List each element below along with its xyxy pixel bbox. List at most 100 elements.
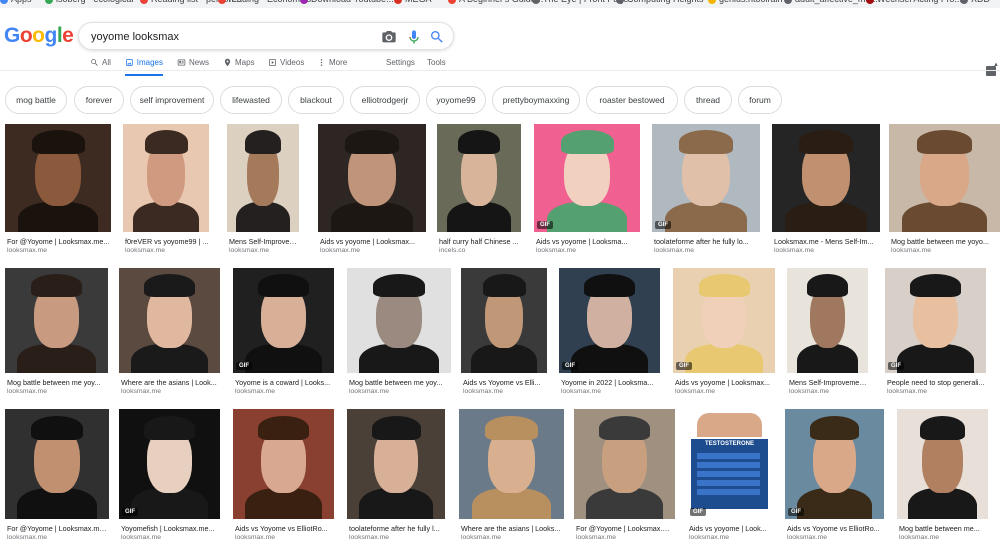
result-thumbnail[interactable]: [227, 124, 299, 232]
image-result[interactable]: GIF toolateforme after he fully lo... look…: [652, 124, 760, 260]
result-caption[interactable]: Aids vs yoyome | Looksmax...: [675, 378, 775, 387]
result-caption[interactable]: People need to stop generali...: [887, 378, 986, 387]
result-source: looksmax.me: [235, 388, 276, 395]
image-result[interactable]: TESTOSTERONE GIF Aids vs yoyome | Look... l…: [687, 409, 772, 547]
result-thumbnail[interactable]: GIF: [785, 409, 884, 519]
result-caption[interactable]: For @Yoyome | Looksmax.me...: [7, 237, 111, 246]
result-caption[interactable]: Yoyome is a coward | Looks...: [235, 378, 334, 387]
result-caption[interactable]: For @Yoyome | Looksmax.me...: [7, 524, 109, 533]
image-result[interactable]: For @Yoyome | Looksmax.me... looksmax.me: [5, 124, 111, 260]
image-result[interactable]: Where are the asians | Look... looksmax.m…: [119, 268, 220, 401]
result-thumbnail[interactable]: [5, 268, 108, 373]
gif-badge: GIF: [236, 362, 252, 370]
result-caption[interactable]: half curry half Chinese ...: [439, 237, 521, 246]
result-thumbnail[interactable]: [437, 124, 521, 232]
result-source: looksmax.me: [320, 247, 361, 254]
image-result[interactable]: Mens Self-Improvemen...looksmax.me: [787, 268, 868, 401]
image-result[interactable]: For @Yoyome | Looksmax.me... looksmax.me: [5, 409, 109, 547]
person-shoulders: [17, 488, 97, 519]
image-result[interactable]: GIF Yoyome is a coward | Looks... looksmax…: [233, 268, 334, 401]
result-caption[interactable]: Where are the asians | Look...: [121, 378, 220, 387]
result-source: looksmax.me: [121, 388, 162, 395]
person-shoulders: [245, 343, 322, 373]
result-thumbnail[interactable]: GIF: [673, 268, 775, 373]
image-result[interactable]: Mog battle between me yoy... looksmax.me: [5, 268, 108, 401]
image-result[interactable]: For @Yoyome | Looksmax.me... looksmax.me: [574, 409, 675, 547]
person-hair: [807, 274, 848, 298]
image-result[interactable]: GIF People need to stop generali... looksm…: [885, 268, 986, 401]
result-source: looksmax.me: [789, 388, 830, 395]
result-caption[interactable]: Aids vs yoyome | Looksma...: [536, 237, 640, 246]
scroll-up-icon[interactable]: ▲: [992, 62, 1000, 72]
image-result[interactable]: GIF Aids vs yoyome | Looksmax... looksmax.…: [673, 268, 775, 401]
result-caption[interactable]: Aids vs yoyome | Looksmax...: [320, 237, 426, 246]
result-thumbnail[interactable]: [123, 124, 209, 232]
result-caption[interactable]: Where are the asians | Looks...: [461, 524, 564, 533]
result-thumbnail[interactable]: GIF: [652, 124, 760, 232]
result-thumbnail[interactable]: [5, 124, 111, 232]
result-caption[interactable]: For @Yoyome | Looksmax.me...: [576, 524, 675, 533]
result-thumbnail[interactable]: [233, 409, 334, 519]
result-caption[interactable]: Looksmax.me - Mens Self-Im...: [774, 237, 880, 246]
image-result[interactable]: Where are the asians | Looks... looksmax.…: [459, 409, 564, 547]
result-caption[interactable]: Mog battle between me yoy...: [349, 378, 451, 387]
result-source: incels.co: [439, 247, 466, 254]
person-hair: [30, 274, 83, 298]
image-result[interactable]: toolateforme after he fully l... looksmax…: [347, 409, 445, 547]
result-caption[interactable]: Mog battle between me...: [899, 524, 988, 533]
result-caption[interactable]: Yoyomefish | Looksmax.me...: [121, 524, 220, 533]
result-thumbnail[interactable]: [347, 268, 451, 373]
result-thumbnail[interactable]: [889, 124, 1000, 232]
person-shoulders: [907, 488, 978, 519]
image-result[interactable]: GIF Yoyome in 2022 | Looksma... looksmax.m…: [559, 268, 660, 401]
result-thumbnail[interactable]: [787, 268, 868, 373]
result-caption[interactable]: Aids vs Yoyome vs ElliotRo...: [235, 524, 334, 533]
result-caption[interactable]: Mens Self-Improvemen...: [229, 237, 299, 246]
result-caption[interactable]: Aids vs yoyome | Look...: [689, 524, 772, 533]
result-thumbnail[interactable]: [461, 268, 547, 373]
result-source: looksmax.me: [689, 534, 730, 541]
image-result[interactable]: GIF Yoyomefish | Looksmax.me... looksmax.m…: [119, 409, 220, 547]
image-result[interactable]: GIF Aids vs yoyome | Looksma... looksmax.m…: [534, 124, 640, 260]
result-caption[interactable]: f0reVER vs yoyome99 | ...: [125, 237, 209, 246]
result-thumbnail[interactable]: GIF: [559, 268, 660, 373]
result-thumbnail[interactable]: GIF: [885, 268, 986, 373]
person-hair: [679, 130, 733, 155]
result-thumbnail[interactable]: [5, 409, 109, 519]
person-hair: [482, 274, 526, 298]
result-caption[interactable]: Mens Self-Improvemen...: [789, 378, 868, 387]
image-result[interactable]: Mog battle between me yoy... looksmax.me: [347, 268, 451, 401]
result-thumbnail[interactable]: GIF: [534, 124, 640, 232]
image-result[interactable]: half curry half Chinese ... incels.co: [437, 124, 521, 260]
result-thumbnail[interactable]: [119, 268, 220, 373]
image-result[interactable]: GIF Aids vs Yoyome vs ElliotRo... looksmax…: [785, 409, 884, 547]
result-caption[interactable]: toolateforme after he fully l...: [349, 524, 445, 533]
image-result[interactable]: Looksmax.me - Mens Self-Im... looksmax.me: [772, 124, 880, 260]
image-result[interactable]: Mens Self-Improvemen...looksmax.me: [227, 124, 299, 260]
image-result[interactable]: f0reVER vs yoyome99 | ... looksmax.me: [123, 124, 209, 260]
image-result[interactable]: Aids vs Yoyome vs Elli... looksmax.me: [461, 268, 547, 401]
person-hair: [458, 130, 500, 155]
result-caption[interactable]: Yoyome in 2022 | Looksma...: [561, 378, 660, 387]
result-caption[interactable]: Aids vs Yoyome vs Elli...: [463, 378, 547, 387]
result-thumbnail[interactable]: [459, 409, 564, 519]
image-result[interactable]: Aids vs Yoyome vs ElliotRo... looksmax.me: [233, 409, 334, 547]
result-thumbnail[interactable]: [574, 409, 675, 519]
image-result[interactable]: Mog battle between me yoyo... looksmax.me: [889, 124, 1000, 260]
result-caption[interactable]: Aids vs Yoyome vs ElliotRo...: [787, 524, 884, 533]
result-thumbnail[interactable]: TESTOSTERONE GIF: [687, 409, 772, 519]
person-hair: [560, 130, 614, 155]
image-result[interactable]: Aids vs yoyome | Looksmax... looksmax.me: [318, 124, 426, 260]
result-thumbnail[interactable]: [347, 409, 445, 519]
result-caption[interactable]: toolateforme after he fully lo...: [654, 237, 760, 246]
result-thumbnail[interactable]: GIF: [233, 268, 334, 373]
result-thumbnail[interactable]: [318, 124, 426, 232]
result-thumbnail[interactable]: GIF: [119, 409, 220, 519]
result-source: looksmax.me: [229, 247, 270, 254]
result-caption[interactable]: Mog battle between me yoyo...: [891, 237, 1000, 246]
result-thumbnail[interactable]: [772, 124, 880, 232]
image-result[interactable]: Mog battle between me... looksmax.me: [897, 409, 988, 547]
result-caption[interactable]: Mog battle between me yoy...: [7, 378, 108, 387]
chart-row: [697, 480, 760, 486]
result-thumbnail[interactable]: [897, 409, 988, 519]
